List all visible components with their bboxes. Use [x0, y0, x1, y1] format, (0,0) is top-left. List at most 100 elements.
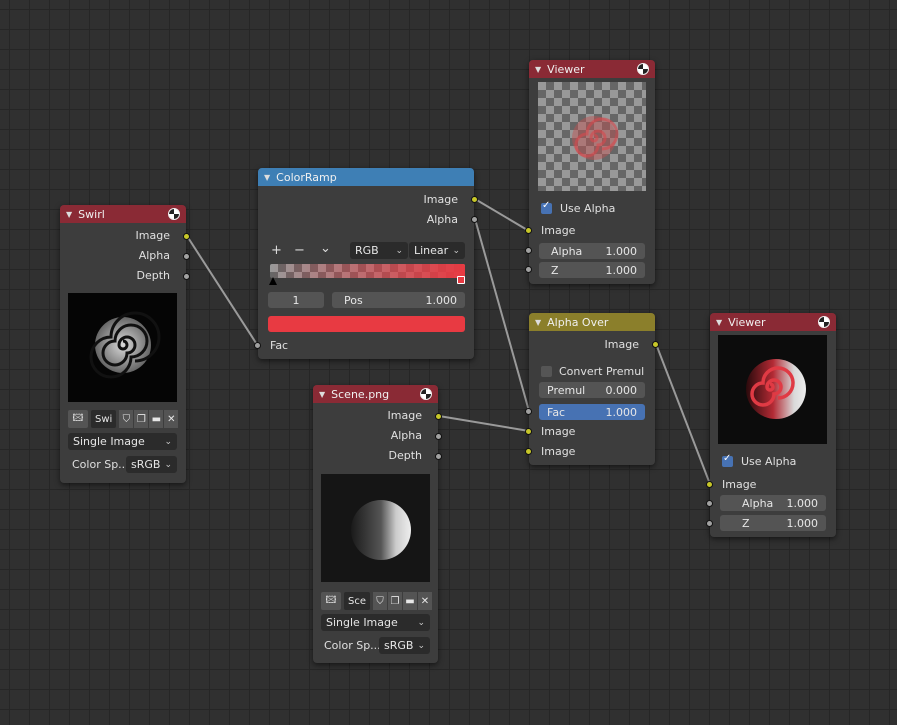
- output-image-socket[interactable]: [652, 341, 659, 348]
- input-image-socket[interactable]: [525, 227, 532, 234]
- use-alpha-checkbox[interactable]: [541, 200, 552, 214]
- node-header[interactable]: ▼ Swirl: [60, 205, 186, 223]
- z-field[interactable]: Z 1.000: [720, 515, 826, 531]
- output-alpha-socket[interactable]: [471, 216, 478, 223]
- use-alpha-checkbox[interactable]: [722, 453, 733, 467]
- output-image-label: Image: [604, 338, 639, 351]
- fake-user-shield-icon[interactable]: ⛉: [119, 410, 134, 428]
- input-image2-socket[interactable]: [525, 448, 532, 455]
- z-field[interactable]: Z 1.000: [539, 262, 645, 278]
- colorramp-node[interactable]: ▼ ColorRamp Image Alpha + − ⌄ RGB ⌄ Line…: [254, 168, 478, 359]
- image-name-field[interactable]: Sce: [344, 592, 370, 610]
- output-image-socket[interactable]: [471, 196, 478, 203]
- remove-stop-button[interactable]: −: [294, 243, 305, 258]
- output-depth-socket[interactable]: [183, 273, 190, 280]
- collapse-triangle-icon[interactable]: ▼: [319, 390, 325, 399]
- alpha-label: Alpha: [551, 244, 583, 258]
- stop-color-swatch[interactable]: [268, 316, 465, 332]
- duplicate-icon[interactable]: ❐: [388, 592, 402, 610]
- node-header[interactable]: ▼ ColorRamp: [258, 168, 474, 186]
- fake-user-shield-icon[interactable]: ⛉: [373, 592, 387, 610]
- ramp-menu-button[interactable]: ⌄: [320, 241, 331, 256]
- node-header[interactable]: ▼ Scene.png: [313, 385, 438, 403]
- input-z-socket[interactable]: [525, 266, 532, 273]
- image-source-select[interactable]: Single Image ⌄: [321, 614, 430, 631]
- output-alpha-socket[interactable]: [183, 253, 190, 260]
- chevron-down-icon: ⌄: [395, 245, 403, 256]
- input-z-socket[interactable]: [706, 520, 713, 527]
- node-header[interactable]: ▼ Alpha Over: [529, 313, 655, 331]
- add-stop-button[interactable]: +: [271, 243, 282, 258]
- color-ramp-gradient[interactable]: [270, 264, 465, 278]
- chevron-down-icon: ⌄: [452, 245, 460, 256]
- alpha-over-node[interactable]: ▼ Alpha Over Image Convert Premul Premul…: [525, 313, 659, 465]
- fac-field[interactable]: Fac 1.000: [539, 404, 645, 420]
- folder-icon[interactable]: ▬: [149, 410, 164, 428]
- color-mode-select[interactable]: RGB ⌄: [350, 242, 408, 259]
- node-header[interactable]: ▼ Viewer: [529, 60, 655, 78]
- premul-field[interactable]: Premul 0.000: [539, 382, 645, 398]
- stop-position-field[interactable]: Pos 1.000: [332, 292, 465, 308]
- output-image-socket[interactable]: [183, 233, 190, 240]
- image-browse-icon[interactable]: 🖾: [321, 592, 341, 610]
- stop-index-value: 1: [292, 293, 300, 307]
- collapse-triangle-icon[interactable]: ▼: [535, 318, 541, 327]
- stop-index-field[interactable]: 1: [268, 292, 324, 308]
- image-preview: [68, 293, 177, 402]
- interpolation-value: Linear: [414, 244, 449, 257]
- output-image-label: Image: [135, 229, 170, 242]
- convert-premul-checkbox[interactable]: [541, 366, 552, 377]
- ramp-stop-left-icon[interactable]: [269, 277, 277, 285]
- output-image-socket[interactable]: [435, 413, 442, 420]
- input-fac-socket[interactable]: [525, 408, 532, 415]
- interpolation-select[interactable]: Linear ⌄: [409, 242, 465, 259]
- duplicate-icon[interactable]: ❐: [134, 410, 149, 428]
- collapse-triangle-icon[interactable]: ▼: [264, 173, 270, 182]
- image-browse-icon[interactable]: 🖾: [68, 410, 88, 428]
- input-image-socket[interactable]: [706, 481, 713, 488]
- node-preview-icon[interactable]: [420, 388, 432, 400]
- scene-image-node[interactable]: ▼ Scene.png Image Alpha Depth 🖾 Sce ⛉ ❐ …: [313, 385, 442, 663]
- viewer-node-right[interactable]: ▼ Viewer Use Alpha Image Alpha 1.000 Z 1…: [706, 313, 836, 537]
- output-alpha-socket[interactable]: [435, 433, 442, 440]
- viewer-preview: [718, 335, 827, 444]
- ramp-stop-right-icon[interactable]: [457, 276, 465, 284]
- z-label: Z: [551, 263, 559, 277]
- swirl-image-node[interactable]: ▼ Swirl Image Alpha Depth 🖾 Swi ⛉ ❐ ▬ ✕ …: [60, 205, 190, 483]
- chevron-down-icon: ⌄: [417, 640, 425, 651]
- collapse-triangle-icon[interactable]: ▼: [66, 210, 72, 219]
- output-depth-socket[interactable]: [435, 453, 442, 460]
- convert-premul-label: Convert Premul: [559, 365, 645, 378]
- close-icon[interactable]: ✕: [164, 410, 179, 428]
- colorspace-select[interactable]: sRGB ⌄: [126, 456, 177, 473]
- node-header[interactable]: ▼ Viewer: [710, 313, 836, 331]
- z-value: 1.000: [605, 263, 638, 277]
- colorspace-select[interactable]: sRGB ⌄: [379, 637, 430, 654]
- input-alpha-socket[interactable]: [525, 247, 532, 254]
- input-image1-label: Image: [541, 425, 576, 438]
- alpha-field[interactable]: Alpha 1.000: [539, 243, 645, 259]
- input-image2-label: Image: [541, 445, 576, 458]
- node-preview-icon[interactable]: [637, 63, 649, 75]
- input-fac-socket[interactable]: [254, 342, 261, 349]
- node-title: Viewer: [728, 315, 766, 329]
- output-depth-label: Depth: [388, 449, 422, 462]
- chevron-down-icon: ⌄: [164, 436, 172, 447]
- input-image-label: Image: [541, 224, 576, 237]
- collapse-triangle-icon[interactable]: ▼: [716, 318, 722, 327]
- node-preview-icon[interactable]: [168, 208, 180, 220]
- close-icon[interactable]: ✕: [418, 592, 432, 610]
- alpha-field[interactable]: Alpha 1.000: [720, 495, 826, 511]
- input-image1-socket[interactable]: [525, 428, 532, 435]
- node-title: ColorRamp: [276, 170, 337, 184]
- node-preview-icon[interactable]: [818, 316, 830, 328]
- collapse-triangle-icon[interactable]: ▼: [535, 65, 541, 74]
- alpha-value: 1.000: [786, 496, 819, 510]
- input-alpha-socket[interactable]: [706, 500, 713, 507]
- folder-icon[interactable]: ▬: [403, 592, 417, 610]
- image-source-value: Single Image: [73, 435, 145, 448]
- image-source-select[interactable]: Single Image ⌄: [68, 433, 177, 450]
- chevron-down-icon: ⌄: [417, 617, 425, 628]
- image-name-field[interactable]: Swi: [91, 410, 117, 428]
- viewer-node-top[interactable]: ▼ Viewer Use Alpha Image Alpha 1.000 Z 1…: [525, 60, 655, 284]
